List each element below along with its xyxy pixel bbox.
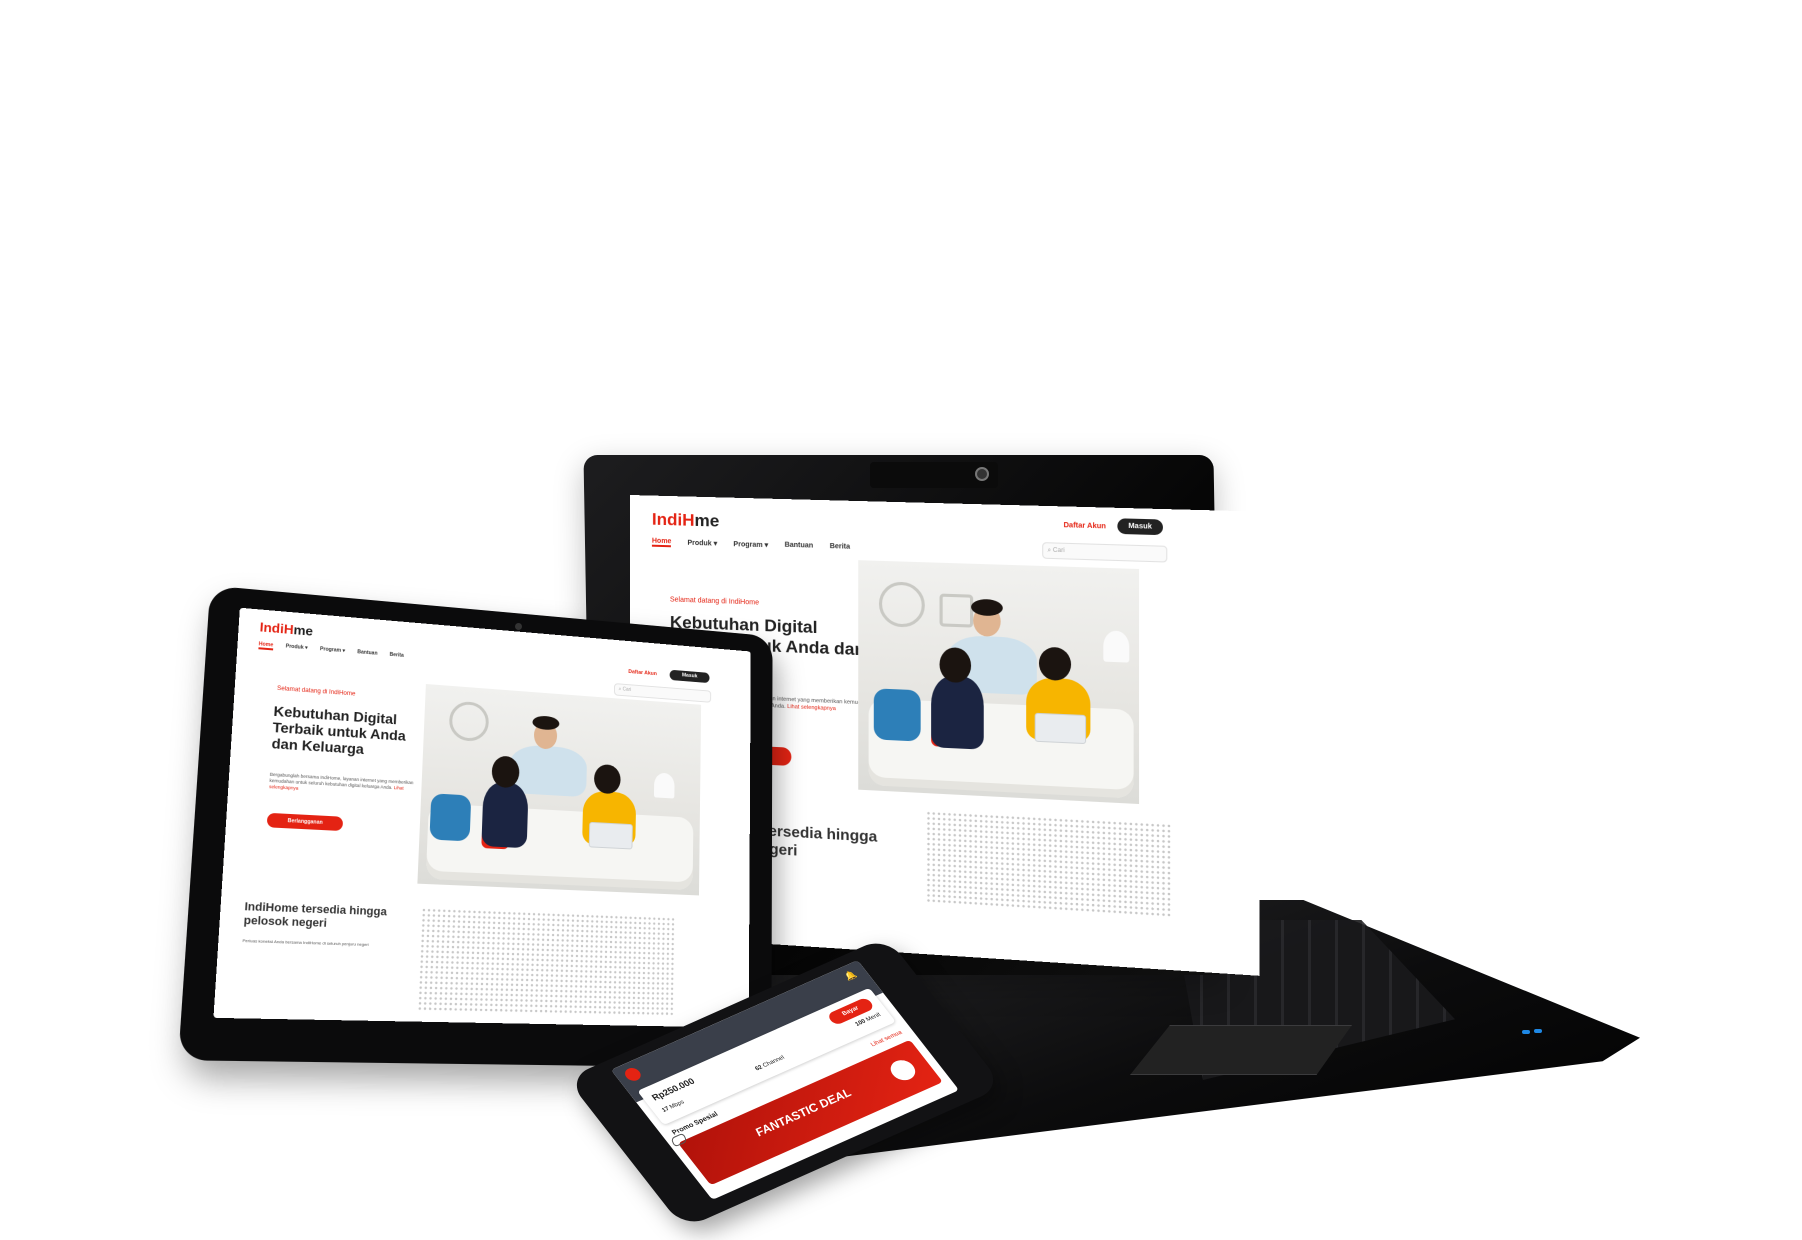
floor-lamp	[1103, 630, 1130, 663]
person-daughter	[931, 675, 984, 750]
indihome-logo[interactable]: IndiHme	[259, 619, 313, 638]
wall-decor	[448, 700, 490, 743]
webcam-icon	[975, 467, 989, 481]
blue-pillow	[873, 688, 921, 742]
nav-home[interactable]: Home	[258, 641, 274, 651]
nav-bantuan[interactable]: Bantuan	[785, 542, 814, 552]
nav-program[interactable]: Program ▾	[320, 646, 345, 656]
hero-family-photo	[417, 684, 702, 896]
nav-home[interactable]: Home	[651, 537, 672, 548]
blue-pillow	[429, 793, 472, 842]
nav-bantuan[interactable]: Bantuan	[357, 649, 378, 658]
promo-badge	[885, 1056, 920, 1084]
indonesia-map	[417, 907, 676, 1017]
login-button[interactable]: Masuk	[669, 669, 710, 684]
nav-produk[interactable]: Produk ▾	[687, 539, 717, 549]
main-nav: Home Produk ▾ Program ▾ Bantuan Berita	[258, 641, 404, 660]
chevron-down-icon: ▾	[342, 648, 346, 655]
white-laptop	[588, 821, 633, 850]
coverage-title: IndiHome tersedia hingga pelosok negeri	[243, 900, 388, 931]
search-icon: ⌕	[618, 686, 622, 693]
learn-more-link[interactable]: Lihat selengkapnya	[787, 704, 836, 712]
subscribe-button[interactable]: Berlangganan	[266, 812, 344, 832]
register-link[interactable]: Daftar Akun	[1064, 522, 1106, 530]
hero-description: Bergabunglah bersama IndiHome, layanan i…	[268, 771, 414, 791]
coverage-description: Perluas koneksi Anda bersama IndiHome di…	[242, 937, 369, 948]
search-input[interactable]: ⌕ Cari	[1042, 542, 1168, 563]
tablet-screen: IndiHme Home Produk ▾ Program ▾ Bantuan …	[213, 607, 751, 1028]
indonesia-map	[925, 810, 1172, 918]
notification-bell-icon[interactable]: 🔔	[842, 969, 859, 982]
welcome-text: Selamat datang di IndiHome	[276, 685, 356, 698]
floor-lamp	[653, 772, 675, 799]
stat-internet[interactable]: 17 Mbps	[661, 1100, 686, 1114]
wall-frame	[939, 593, 974, 628]
white-laptop	[1034, 712, 1087, 745]
chevron-down-icon: ▾	[304, 645, 308, 652]
tablet-camera-icon	[515, 623, 522, 630]
laptop-status-led	[1522, 1030, 1530, 1034]
register-link[interactable]: Daftar Akun	[628, 669, 657, 677]
wall-decor	[878, 581, 925, 628]
chevron-down-icon: ▾	[764, 542, 769, 550]
hero-family-photo	[858, 560, 1140, 805]
search-icon: ⌕	[1047, 547, 1052, 554]
laptop-status-led	[1534, 1029, 1542, 1033]
stat-tv[interactable]: 62 Channel	[754, 1055, 786, 1072]
avatar[interactable]	[622, 1065, 644, 1083]
hero-headline: Kebutuhan Digital Terbaik untuk Anda dan…	[271, 702, 407, 758]
hair	[939, 646, 972, 684]
indihome-logo[interactable]: IndiHme	[652, 510, 719, 532]
person-daughter	[481, 781, 529, 849]
hair	[1038, 646, 1072, 682]
main-nav: Home Produk ▾ Program ▾ Bantuan Berita	[651, 537, 850, 553]
welcome-text: Selamat datang di IndiHome	[669, 596, 760, 607]
nav-produk[interactable]: Produk ▾	[285, 643, 308, 653]
chevron-down-icon: ▾	[713, 540, 718, 548]
nav-berita[interactable]: Berita	[830, 543, 850, 553]
nav-program[interactable]: Program ▾	[733, 540, 768, 550]
hair	[593, 763, 621, 795]
login-button[interactable]: Masuk	[1117, 518, 1163, 536]
promo-banner-title: FANTASTIC DEAL	[751, 1085, 855, 1139]
website-tablet: IndiHme Home Produk ▾ Program ▾ Bantuan …	[213, 608, 750, 1028]
nav-berita[interactable]: Berita	[389, 652, 403, 661]
